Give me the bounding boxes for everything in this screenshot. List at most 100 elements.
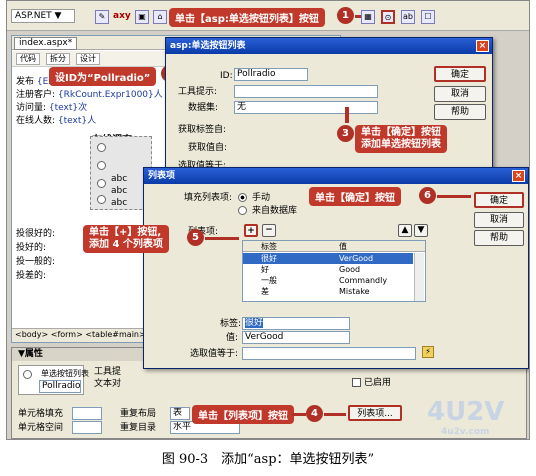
step-1-badge: 1 [337, 7, 354, 24]
dialog1-ok-button[interactable]: 确定 [434, 66, 486, 82]
callout-5-line1: 单击【+】按钮, [89, 227, 162, 238]
col-label-header: 标签 [261, 242, 277, 251]
textbox-icon[interactable]: ab [401, 10, 415, 24]
watermark-logo: 4U2V [427, 397, 505, 427]
dialog1-titlebar: asp:单选按钮列表 [166, 38, 492, 54]
close-icon[interactable]: × [476, 40, 489, 52]
figure-caption: 图 90-3 添加“asp：单选按钮列表” [161, 452, 375, 467]
design-view-button[interactable]: 设计 [76, 53, 100, 65]
dialog2-ok-button[interactable]: 确定 [474, 192, 524, 208]
radio-list-button-icon[interactable]: ⊙ [381, 10, 395, 24]
step-3-badge: 3 [337, 125, 354, 142]
add-item-button[interactable]: + [244, 224, 258, 237]
dialog2-titlebar: 列表项 [144, 168, 528, 184]
get-value-label: 获取值自: [188, 143, 228, 153]
repeat-dir-label: 重复目录 [120, 423, 157, 433]
arrow-6 [437, 195, 471, 198]
cell-fill-label: 单元格填充 [18, 409, 64, 419]
callout-1: 单击【asp:单选按钮列表】按钮 [169, 8, 325, 27]
design-row: 注册客户: {RkCount.Expr1000}人 [16, 90, 163, 100]
tool-icon[interactable]: ⌂ [153, 10, 167, 24]
col-value-header: 值 [339, 242, 347, 251]
id-field[interactable]: Pollradio [234, 68, 308, 81]
table-icon[interactable]: ▦ [361, 10, 375, 24]
dialog2-cancel-button[interactable]: 取消 [474, 212, 524, 228]
items-grid[interactable]: 标签 值 很好 VerGood 好 Good 一般 Commandly 差 Mistak… [242, 240, 426, 302]
dialog1-help-button[interactable]: 帮助 [434, 104, 486, 120]
dialog1-cancel-button[interactable]: 取消 [434, 86, 486, 102]
grid-row[interactable]: 好 Good [243, 264, 413, 275]
grid-row[interactable]: 差 Mistake [243, 286, 413, 297]
radio-button[interactable] [97, 143, 106, 152]
widget-box: 单选按钮列表 Pollradio [18, 365, 89, 395]
database-radio[interactable] [238, 206, 247, 215]
label-field[interactable]: 很好 [242, 317, 350, 330]
arrow-5 [205, 237, 239, 240]
remove-item-button[interactable]: − [262, 224, 276, 237]
split-view-button[interactable]: 拆分 [46, 53, 70, 65]
move-up-button[interactable]: ▲ [398, 224, 412, 237]
tool-icon[interactable]: ✎ [95, 10, 109, 24]
select-equal-label: 选取值等于: [190, 349, 239, 359]
move-down-button[interactable]: ▼ [414, 224, 428, 237]
widget-id-field[interactable]: Pollradio [39, 380, 81, 393]
radio-button[interactable] [97, 195, 106, 204]
fill-label: 填充列表项: [184, 193, 233, 203]
enabled-label: 已启用 [364, 378, 392, 388]
dataset-label: 数据集: [188, 103, 219, 113]
callout-5: 单击【+】按钮, 添加 4 个列表项 [83, 225, 169, 253]
doc-tab[interactable]: index.aspx* [14, 37, 78, 50]
dataset-select[interactable]: 无 [234, 101, 378, 114]
insert-toolbar: ASP.NET ▼ ✎ axy ▣ ⌂ 单击【asp:单选按钮列表】按钮 1 ▦… [7, 1, 529, 31]
step-4-badge: 4 [306, 405, 323, 422]
tooltip-field[interactable] [234, 85, 378, 98]
label-icon[interactable]: ☐ [421, 10, 435, 24]
label-field-label: 标签: [220, 319, 242, 329]
cell-space-label: 单元格空间 [18, 423, 64, 433]
repeat-layout-select[interactable]: 表 [170, 407, 190, 420]
step-5-badge: 5 [187, 229, 204, 246]
bind-lightning-icon[interactable]: ⚡ [422, 346, 434, 358]
tooltip-label: 工具提示: [178, 87, 218, 97]
category-combo[interactable]: ASP.NET ▼ [11, 9, 75, 23]
radio-button[interactable] [97, 179, 106, 188]
text-align-label: 文本对 [94, 379, 122, 389]
enabled-checkbox[interactable] [352, 378, 361, 387]
value-field[interactable]: VerGood [242, 331, 350, 344]
vote-row: 投差的: [16, 271, 47, 281]
radio-label: abc [111, 198, 128, 208]
select-equal-field[interactable] [242, 347, 416, 360]
tool-icon[interactable]: ▣ [135, 10, 149, 24]
dialog2-help-button[interactable]: 帮助 [474, 230, 524, 246]
arrow-3 [345, 107, 349, 123]
list-items-button[interactable]: 列表项... [348, 405, 402, 421]
screenshot: ASP.NET ▼ ✎ axy ▣ ⌂ 单击【asp:单选按钮列表】按钮 1 ▦… [6, 0, 530, 440]
radio-list-dialog: asp:单选按钮列表 × ID: Pollradio 工具提示: 数据集: 无 … [165, 37, 493, 177]
arrow-4 [292, 413, 306, 416]
grid-row[interactable]: 很好 VerGood [243, 253, 413, 264]
repeat-layout-label: 重复布局 [120, 409, 157, 419]
value-field-label: 值: [226, 333, 239, 343]
callout-3-line2: 添加单选按钮列表 [361, 139, 441, 150]
step-6-badge: 6 [419, 187, 436, 204]
callout-3-line1: 单击【确定】按钮 [361, 127, 441, 138]
code-view-button[interactable]: 代码 [16, 53, 40, 65]
radio-label: abc [111, 186, 128, 196]
cell-space-input[interactable] [72, 421, 102, 434]
grid-scrollbar[interactable] [414, 253, 424, 301]
radio-list-icon [23, 370, 32, 379]
radio-button[interactable] [97, 161, 106, 170]
cell-fill-input[interactable] [72, 407, 102, 420]
manual-radio[interactable] [238, 193, 247, 202]
grid-row[interactable]: 一般 Commandly [243, 275, 413, 286]
id-label: ID: [220, 71, 233, 81]
arrow-4b [324, 413, 346, 416]
design-row: 访问量: {text}次 [16, 103, 88, 113]
vote-row: 投很好的: [16, 229, 56, 239]
callout-6: 单击【确定】按钮 [309, 187, 401, 206]
design-row: 在线人数: {text}人 [16, 116, 97, 126]
axy-icon[interactable]: axy [113, 11, 131, 21]
close-icon[interactable]: × [512, 170, 525, 182]
callout-3: 单击【确定】按钮 添加单选按钮列表 [355, 125, 447, 153]
watermark-url: 4u2v.com [441, 427, 490, 437]
